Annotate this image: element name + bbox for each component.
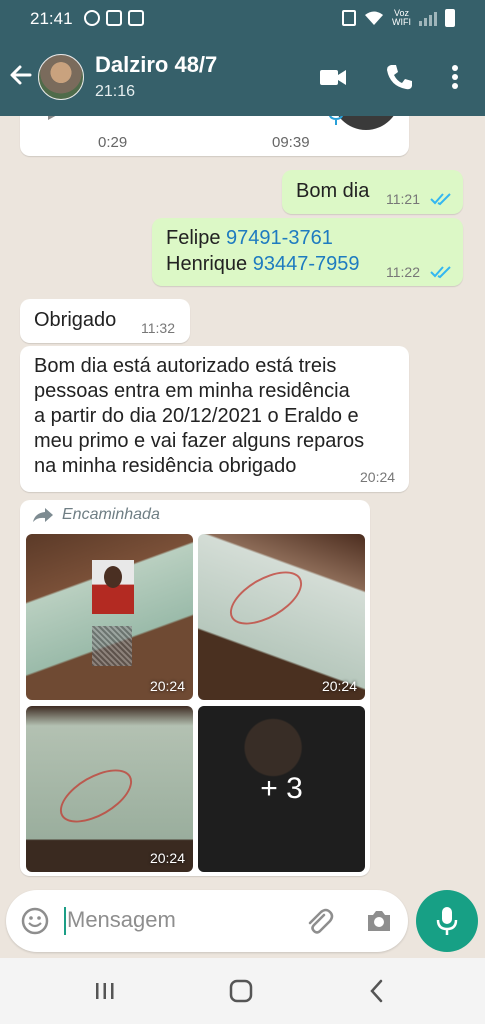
camera-icon[interactable] [364,907,394,935]
message-bubble-in[interactable]: Bom dia está autorizado está treis pesso… [20,346,409,492]
message-body: Bom dia está autorizado está treis pesso… [34,354,364,479]
phone-link[interactable]: 97491-3761 [226,227,333,249]
contact-name[interactable]: Dalziro 48/7 [95,52,217,78]
image-thumbnail[interactable]: 20:24 [198,534,365,700]
message-line: na minha residência obrigado [34,455,297,477]
image-thumbnail-more[interactable]: + 3 [198,706,365,872]
id-photo [92,560,134,614]
voice-duration: 0:29 [98,134,128,151]
more-images-overlay[interactable]: + 3 [198,706,365,872]
system-nav-bar [0,958,485,1024]
top-bar: 21:41 Voz WIFI Dalziro 48/7 21:16 [0,0,485,116]
image-time: 20:24 [149,850,185,866]
mic-icon [328,116,344,125]
status-bar: 21:41 Voz WIFI [0,0,485,38]
battery-icon [445,9,455,27]
chat-area[interactable]: 0:29 09:39 Bom dia 11:21 Felipe 97491-37… [0,116,485,958]
read-ticks-icon [430,193,451,206]
voz-wifi-label: Voz WIFI [392,8,411,27]
message-input[interactable]: Mensagem [67,907,176,933]
contact-avatar[interactable] [38,54,84,100]
video-call-icon[interactable] [318,62,348,92]
message-line: a partir do dia 20/12/2021 o Eraldo e [34,405,359,427]
more-vert-icon[interactable] [442,62,472,92]
message-text: Bom dia [296,180,370,202]
image-thumbnail[interactable]: 20:24 [26,706,193,872]
message-time: 11:22 [386,264,420,280]
image-thumbnail[interactable]: 20:24 [26,534,193,700]
forwarded-text: Encaminhada [62,506,160,523]
voice-message[interactable]: 0:29 09:39 [20,116,409,156]
image-time: 20:24 [149,678,185,694]
message-bubble-out[interactable]: Bom dia 11:21 [282,170,463,214]
fingerprint [92,626,132,666]
message-line: Henrique 93447-7959 [166,252,360,277]
text-cursor [64,907,66,935]
emoji-icon[interactable] [20,906,50,936]
forward-arrow-icon [33,508,53,522]
forwarded-album[interactable]: Encaminhada 20:24 20:24 20:24 + 3 [20,500,370,876]
message-line: Felipe 97491-3761 [166,226,333,251]
whatsapp-icon [84,10,100,26]
message-line: Bom dia está autorizado está treis [34,355,337,377]
home-icon[interactable] [226,976,256,1006]
attach-icon[interactable] [304,906,334,936]
gallery-icon [106,10,122,26]
system-icons: Voz WIFI [342,9,455,27]
forwarded-label: Encaminhada [32,506,160,524]
message-bubble-in[interactable]: Obrigado 11:32 [20,299,190,343]
message-line: meu primo e vai fazer alguns reparos [34,430,365,452]
message-line: pessoas entra em minha residência [34,380,350,402]
message-time: 11:32 [141,320,175,336]
message-time: 11:21 [386,191,420,207]
back-arrow-icon[interactable] [8,62,34,88]
message-composer[interactable]: Mensagem [6,890,408,952]
phone-icon[interactable] [384,62,414,92]
message-time: 20:24 [360,469,396,485]
recent-apps-icon[interactable] [90,976,120,1006]
nav-back-icon[interactable] [362,976,392,1006]
signal-icon [419,10,437,26]
wifi-icon [365,11,383,25]
last-seen: 21:16 [95,83,136,100]
contact-label: Felipe [166,227,221,249]
signature-mark [221,560,311,636]
voice-time: 09:39 [272,134,310,151]
voice-record-button[interactable] [416,890,478,952]
app-icon [128,10,144,26]
status-time: 21:41 [30,9,73,28]
play-icon[interactable] [48,116,70,120]
contact-label: Henrique [166,253,248,275]
message-bubble-out[interactable]: Felipe 97491-3761 Henrique 93447-7959 11… [152,218,463,286]
mic-icon [436,907,458,935]
lock-icon [342,10,356,26]
message-text: Obrigado [34,309,117,331]
read-ticks-icon [430,266,451,279]
notification-icons [84,10,144,26]
signature-mark [51,758,141,834]
phone-link[interactable]: 93447-7959 [253,253,360,275]
chat-header[interactable]: Dalziro 48/7 21:16 [0,38,485,116]
image-time: 20:24 [321,678,357,694]
